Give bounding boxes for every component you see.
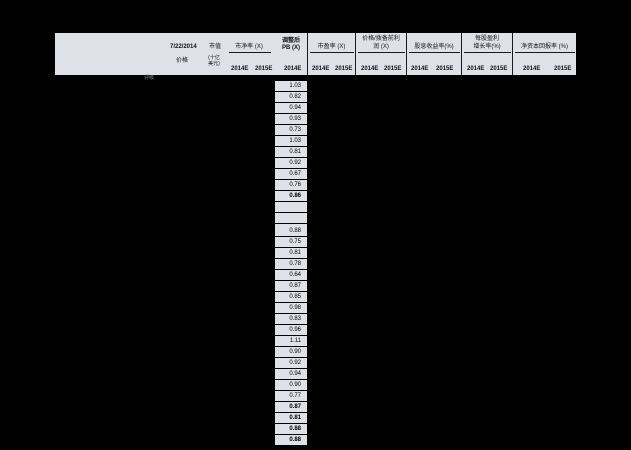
date-label: 7/22/2014 bbox=[170, 44, 197, 50]
adj-pb-cell: 0.81 bbox=[275, 413, 307, 423]
adj-pb-cell: 0.88 bbox=[275, 226, 307, 236]
year-label: 2015E bbox=[490, 66, 508, 72]
divider bbox=[307, 33, 308, 75]
adj-pb-cell: 0.88 bbox=[275, 424, 307, 434]
eps-underline bbox=[464, 52, 511, 53]
cap-unit-label: (十亿美元) bbox=[208, 55, 220, 67]
adj-pb-cell: 0.75 bbox=[275, 237, 307, 247]
adj-pb-cell: 0.83 bbox=[275, 314, 307, 324]
adj-pb-cell: 0.93 bbox=[275, 114, 307, 124]
adj-pb-cell: 0.67 bbox=[275, 169, 307, 179]
adj-pb-cell: 0.85 bbox=[275, 292, 307, 302]
divider bbox=[406, 33, 407, 75]
adj-pb-cell: 1.03 bbox=[275, 136, 307, 146]
adj-pb-cell: 0.90 bbox=[275, 380, 307, 390]
adj-pb-cell: 0.64 bbox=[275, 270, 307, 280]
year-label: 2014E bbox=[361, 66, 379, 72]
ppop-label-1: 价格/拨备前利 bbox=[362, 36, 400, 42]
rating-label: 评级 bbox=[144, 75, 155, 81]
year-label: 2014E bbox=[312, 66, 330, 72]
year-label: 2014E bbox=[411, 66, 429, 72]
adj-pb-cell: 0.92 bbox=[275, 358, 307, 368]
adj-pb-cell: 0.90 bbox=[275, 347, 307, 357]
adj-pb-cell: 0.81 bbox=[275, 248, 307, 258]
year-label: 2015E bbox=[384, 66, 402, 72]
pe-group-label: 市盈率 (X) bbox=[317, 44, 346, 50]
adj-pb-label-2: PB (X) bbox=[282, 45, 300, 51]
pe-underline bbox=[310, 52, 354, 53]
adj-pb-cell: 0.73 bbox=[275, 125, 307, 135]
adj-pb-column-group-1: 1.03 0.82 0.94 0.93 0.73 1.03 0.81 0.92 0.67 0.76… bbox=[275, 81, 307, 235]
adj-pb-cell: 0.98 bbox=[275, 303, 307, 313]
year-label: 2015E bbox=[335, 66, 353, 72]
eps-label-2: 增长率(%) bbox=[473, 44, 501, 50]
year-label: 2015E bbox=[554, 66, 572, 72]
ppop-label-2: 润 (X) bbox=[373, 44, 389, 50]
year-label: 2014E bbox=[284, 66, 302, 72]
roe-group-label: 净资本回报率 (%) bbox=[521, 44, 568, 50]
adj-pb-cell: 0.86 bbox=[275, 191, 307, 201]
adj-pb-cell: 0.87 bbox=[275, 281, 307, 291]
adj-pb-cell: 1.11 bbox=[275, 336, 307, 346]
price-label: 价格 bbox=[176, 58, 189, 64]
header-subrow: 评级 bbox=[55, 75, 576, 81]
adj-pb-label-1: 调整后 bbox=[281, 38, 300, 44]
pb-group-label: 市净率 (X) bbox=[235, 44, 263, 50]
adj-pb-cell bbox=[275, 202, 307, 212]
adj-pb-cell: 0.76 bbox=[275, 180, 307, 190]
pb-underline bbox=[229, 52, 271, 53]
adj-pb-column-group-2: 0.88 0.75 0.81 0.78 0.64 0.87 0.85 0.98 0.83 0.96… bbox=[275, 226, 307, 446]
year-label: 2015E bbox=[436, 66, 454, 72]
table-header: 7/22/2014 市值 价格 (十亿美元) 市净率 (X) 调整后 PB (X… bbox=[55, 33, 576, 75]
adj-pb-cell: 0.92 bbox=[275, 158, 307, 168]
adj-pb-cell: 1.03 bbox=[275, 81, 307, 91]
year-label: 2015E bbox=[255, 66, 273, 72]
year-label: 2014E bbox=[523, 66, 541, 72]
dy-underline bbox=[409, 52, 460, 53]
roe-underline bbox=[515, 52, 575, 53]
adj-pb-cell: 0.81 bbox=[275, 147, 307, 157]
adj-pb-cell bbox=[275, 213, 307, 223]
year-label: 2014E bbox=[467, 66, 485, 72]
year-label: 2014E bbox=[231, 66, 249, 72]
adj-pb-cell: 0.94 bbox=[275, 369, 307, 379]
ppop-underline bbox=[358, 52, 405, 53]
adj-pb-cell: 0.82 bbox=[275, 92, 307, 102]
adj-pb-cell: 0.87 bbox=[275, 402, 307, 412]
adj-pb-cell: 0.78 bbox=[275, 259, 307, 269]
adj-pb-cell: 0.94 bbox=[275, 103, 307, 113]
market-cap-label: 市值 bbox=[209, 44, 222, 50]
eps-label-1: 每股盈利 bbox=[474, 36, 499, 42]
adj-pb-cell: 0.77 bbox=[275, 391, 307, 401]
divider bbox=[512, 33, 513, 75]
adj-pb-cell: 0.96 bbox=[275, 325, 307, 335]
adj-pb-cell: 0.88 bbox=[275, 435, 307, 445]
dy-group-label: 股息收益率(%) bbox=[414, 44, 454, 50]
